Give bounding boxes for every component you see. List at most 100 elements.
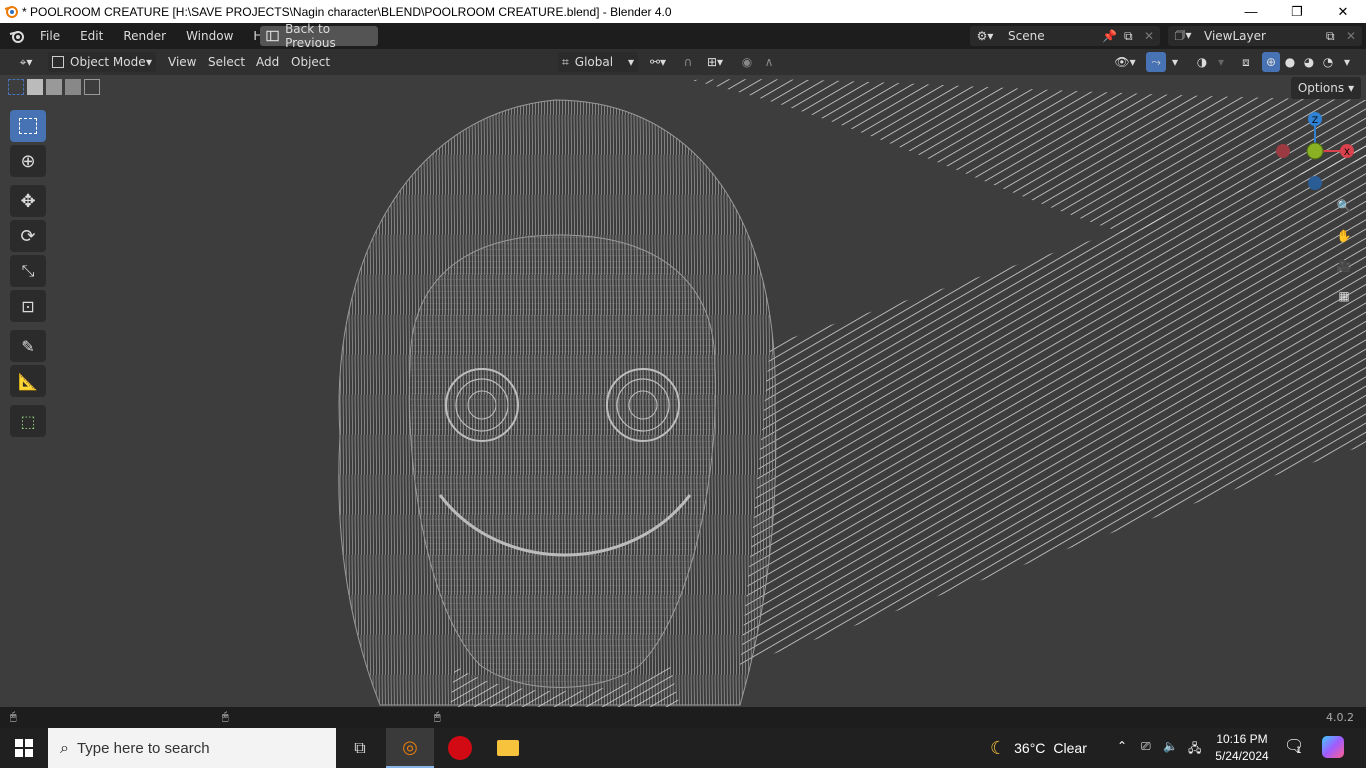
close-button[interactable]: ✕ [1320,0,1366,23]
scene-icon[interactable]: ⚙▾ [970,29,1000,43]
cursor-icon: ⊕ [20,150,36,172]
minimize-button[interactable]: — [1228,0,1274,23]
show-hidden-icons-chevron[interactable]: ⌃ [1117,739,1127,753]
search-placeholder: Type here to search [76,739,210,757]
mouse-left-icon: 🖱 [10,710,17,723]
screen-icon [266,30,279,42]
visibility-icon[interactable]: 👁▾ [1110,52,1140,72]
network-icon[interactable]: 🖧 [1188,739,1201,760]
file-explorer-icon[interactable] [484,728,532,768]
3d-viewport[interactable]: ⊕ ✥ ⟳ ⤡ ⊡ ✎ 📐 ⬚ Options ▾ Z X 🔍 ✋ 🎥 ▦ [0,75,1366,707]
ortho-grid-icon[interactable]: ▦ [1333,285,1355,307]
menu-file[interactable]: File [30,29,70,43]
select-new-icon[interactable] [8,79,24,95]
overlay-toggle-icon[interactable]: ◑ [1192,52,1212,72]
viewlayer-icon[interactable]: 🗇▾ [1168,26,1198,47]
snap-settings-icon[interactable]: ⊞▾ [700,52,730,72]
start-button[interactable] [0,728,48,768]
transform-tool[interactable]: ⊡ [10,290,46,322]
rotate-tool[interactable]: ⟳ [10,220,46,252]
taskbar-search-box[interactable]: ⌕ Type here to search [48,728,336,768]
top-menu-bar: File Edit Render Window Help Back to Pre… [0,22,1366,50]
new-scene-icon[interactable]: ⧉ [1124,29,1144,44]
back-to-previous-label: Back to Previous [285,22,336,50]
wireframe-scene [338,79,1366,707]
select-extend-icon[interactable] [27,79,43,95]
mode-selector[interactable]: Object Mode ▾ [48,52,156,72]
face-wireframe [408,234,717,688]
add-cube-tool[interactable]: ⬚ [10,405,46,437]
viewlayer-selector[interactable]: 🗇▾ ViewLayer ⧉ ✕ [1168,26,1362,46]
task-view-icon[interactable]: ⧉ [336,728,384,768]
measure-tool[interactable]: 📐 [10,365,46,397]
wireframe-shading-icon[interactable]: ⊕ [1262,52,1280,72]
scene-selector[interactable]: ⚙▾ Scene 📌 ⧉ ✕ [970,26,1160,46]
device-icon[interactable]: ⎚ [1141,739,1151,754]
pan-hand-icon[interactable]: ✋ [1333,225,1355,247]
transform-orientation-selector[interactable]: ⌗ Global ▾ [558,52,638,72]
menu-render[interactable]: Render [113,29,176,43]
cursor-tool[interactable]: ⊕ [10,145,46,177]
restore-button[interactable]: ❐ [1274,0,1320,23]
zoom-icon[interactable]: 🔍 [1333,195,1355,217]
gizmo-toggle-icon[interactable]: ⤳ [1146,52,1166,72]
pivot-point-icon[interactable]: ⚯▾ [644,52,672,72]
snap-toggle-icon[interactable]: ∩ [678,52,698,72]
pin-icon[interactable]: 📌 [1102,29,1124,43]
selection-mode-buttons [8,79,100,95]
menu-select[interactable]: Select [200,52,253,72]
menu-object[interactable]: Object [283,52,338,72]
select-intersect-icon[interactable] [84,79,100,95]
search-icon: ⌕ [60,738,69,757]
move-tool[interactable]: ✥ [10,185,46,217]
back-to-previous-button[interactable]: Back to Previous [260,22,378,50]
menu-window[interactable]: Window [176,29,243,43]
neg-z-axis-handle [1308,176,1322,190]
new-viewlayer-icon[interactable]: ⧉ [1326,29,1346,44]
rendered-shading-icon[interactable]: ◔ [1319,52,1337,72]
notification-center-icon[interactable]: 🗨 1 [1284,736,1304,756]
copilot-icon[interactable] [1322,736,1344,758]
material-shading-icon[interactable]: ◕ [1300,52,1318,72]
delete-scene-icon[interactable]: ✕ [1144,29,1160,43]
camera-view-icon[interactable]: 🎥 [1333,255,1355,277]
falloff-icon[interactable]: ∧ [760,52,778,72]
move-icon: ✥ [20,190,36,212]
blender-logo-icon [4,6,18,18]
menu-add[interactable]: Add [248,52,287,72]
chevron-down-icon: ▾ [1348,81,1355,95]
y-axis-handle [1306,142,1324,160]
annotate-icon: ✎ [21,336,35,356]
navigation-gizmo[interactable]: Z X [1270,107,1360,192]
window-title: * POOLROOM CREATURE [H:\SAVE PROJECTS\Na… [22,4,672,19]
delete-viewlayer-icon[interactable]: ✕ [1346,29,1362,43]
annotate-tool[interactable]: ✎ [10,330,46,362]
proportional-edit-icon[interactable]: ◉ [738,52,756,72]
menu-view[interactable]: View [160,52,204,72]
scale-tool[interactable]: ⤡ [10,255,46,287]
z-axis-label: Z [1312,116,1318,126]
select-subtract-icon[interactable] [46,79,62,95]
chevron-down-icon[interactable]: ▾ [1168,52,1182,72]
volume-icon[interactable]: 🔈 [1163,739,1178,753]
chevron-down-icon[interactable]: ▾ [1340,52,1354,72]
opera-browser-icon[interactable] [436,728,484,768]
options-button[interactable]: Options ▾ [1291,77,1361,99]
xray-toggle-icon[interactable]: ⧈ [1236,52,1256,72]
menu-edit[interactable]: Edit [70,29,113,43]
chevron-down-icon[interactable]: ▾ [1214,52,1228,72]
editor-type-button[interactable]: ⌖▾ [8,52,44,72]
blender-taskbar-icon[interactable]: ◎ [386,728,434,768]
clock[interactable]: 10:16 PM 5/24/2024 [1210,731,1274,765]
viewlayer-name[interactable]: ViewLayer [1204,29,1326,43]
scene-name[interactable]: Scene [1008,29,1102,43]
clock-time: 10:16 PM [1216,732,1268,746]
blender-menu-icon[interactable] [4,28,30,44]
viewport-header: ⌖▾ Object Mode ▾ View Select Add Object … [0,49,1366,75]
solid-shading-icon[interactable]: ● [1281,52,1299,72]
select-invert-icon[interactable] [65,79,81,95]
weather-widget[interactable]: ☾ 36°C Clear [990,728,1087,768]
select-box-tool[interactable] [10,110,46,142]
chevron-down-icon: ▾ [145,55,152,69]
clock-date: 5/24/2024 [1215,749,1269,763]
